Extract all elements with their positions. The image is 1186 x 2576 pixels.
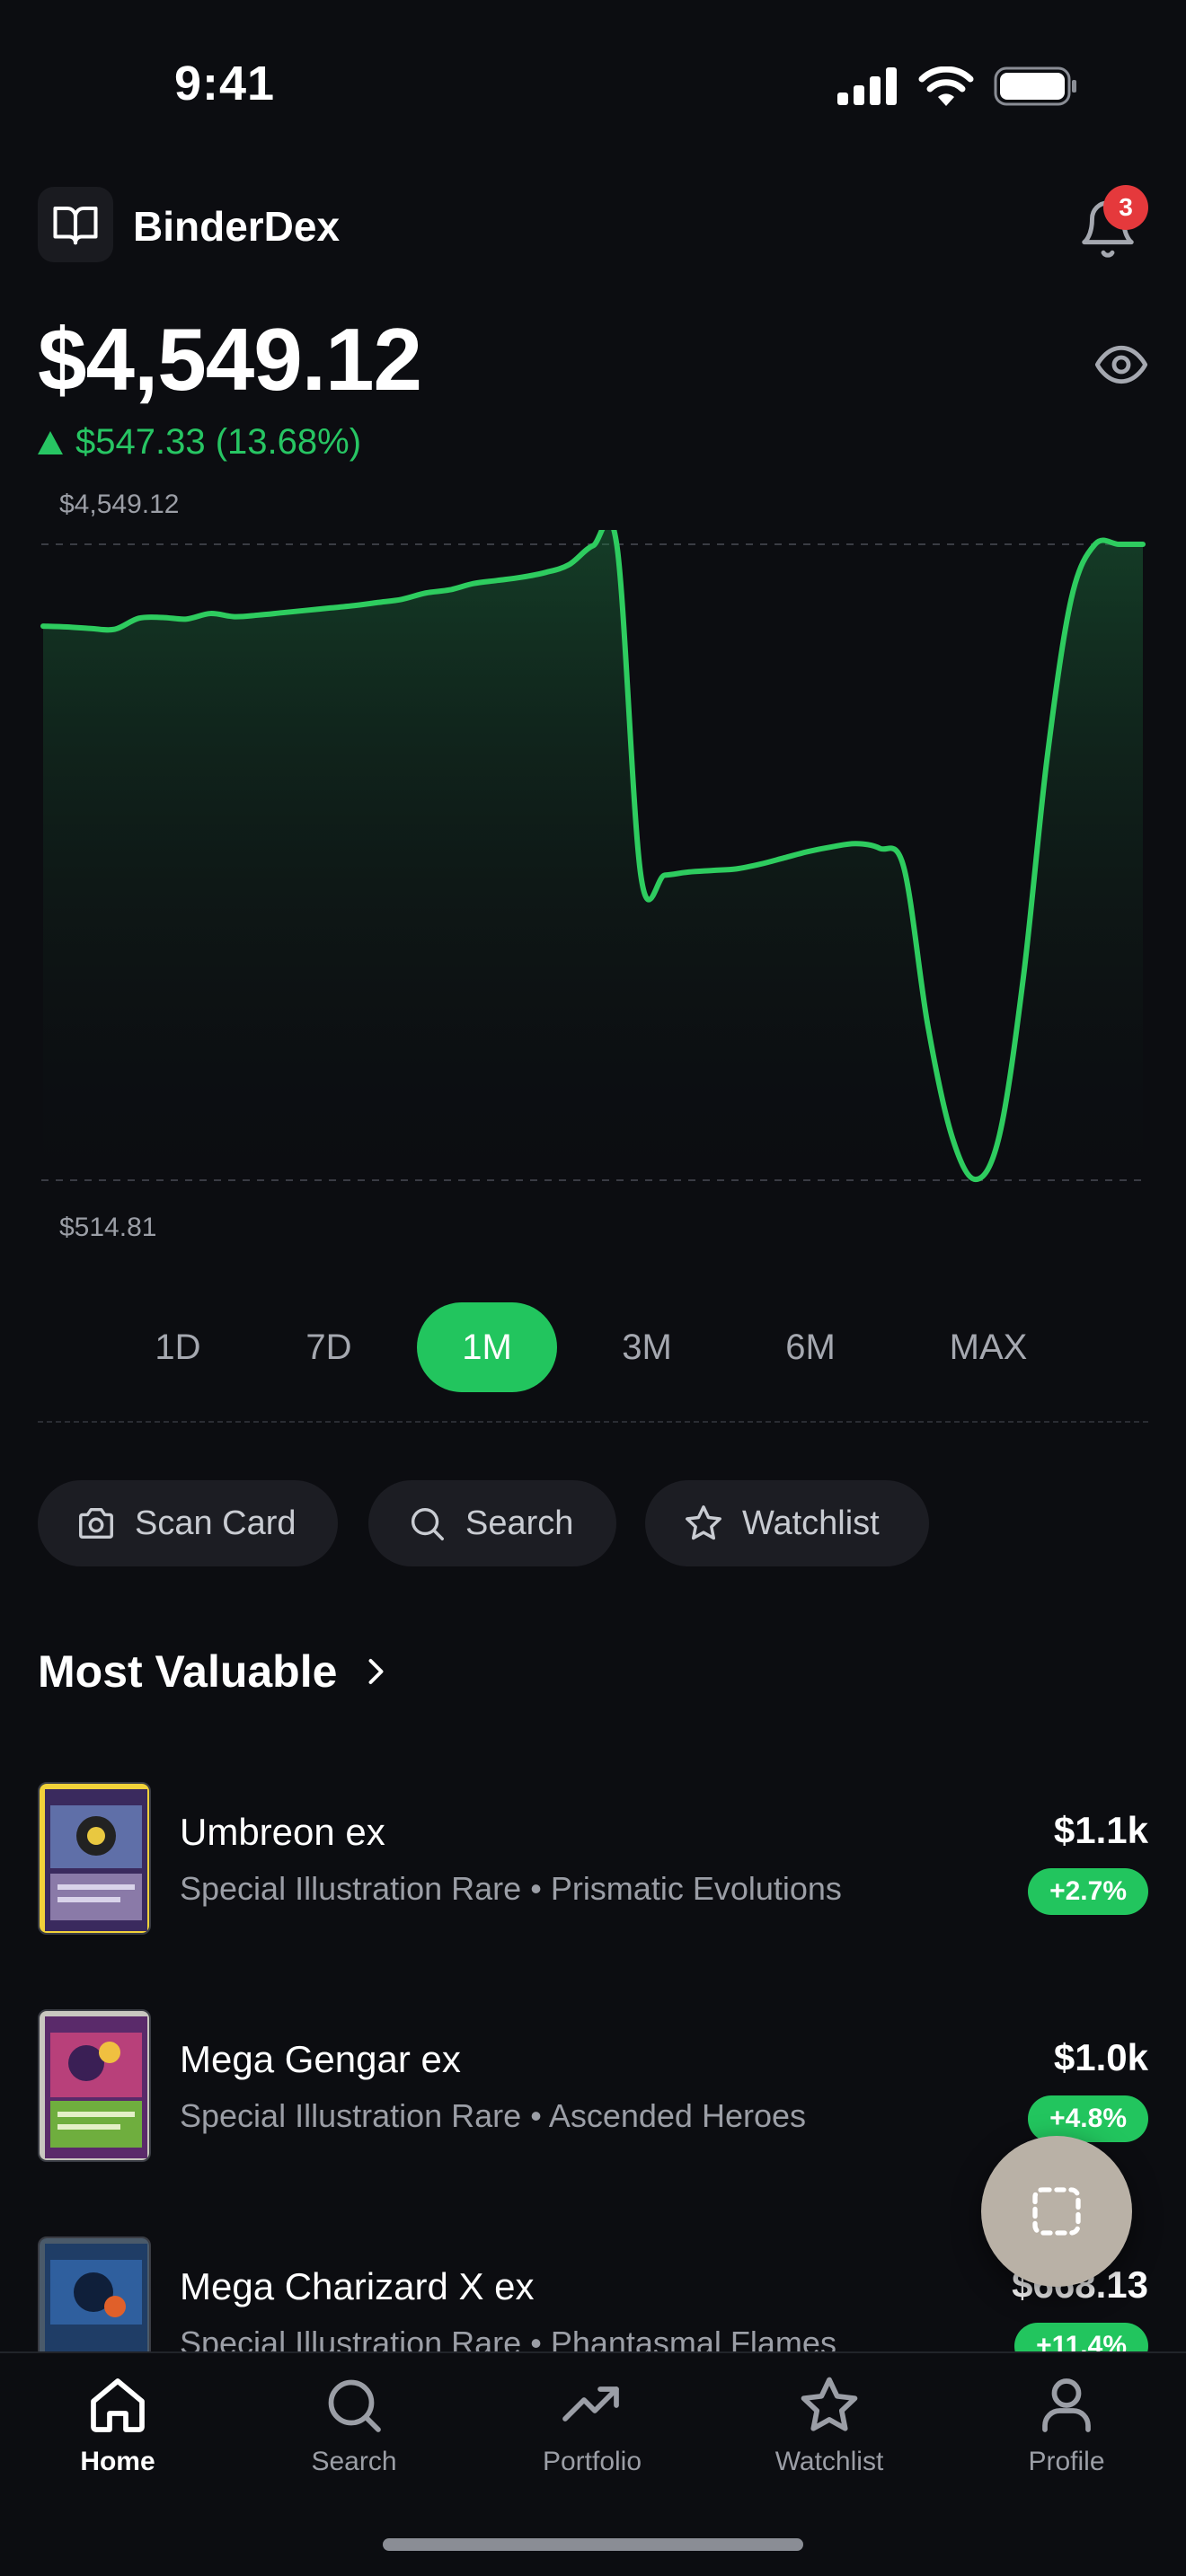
- home-indicator: [383, 2538, 803, 2551]
- list-item[interactable]: Mega Gengar ex Special Illustration Rare…: [0, 2009, 1186, 2162]
- separator-dot: •: [530, 2097, 549, 2134]
- wifi-icon: [918, 66, 974, 106]
- range-1m[interactable]: 1M: [417, 1302, 557, 1392]
- tab-label: Search: [311, 2447, 397, 2476]
- card-price: $1.1k: [1053, 1809, 1148, 1851]
- card-thumbnail-gengar: [38, 2009, 151, 2162]
- star-icon: [686, 1505, 721, 1540]
- card-price: $1.0k: [1053, 2036, 1148, 2078]
- range-max[interactable]: MAX: [931, 1302, 1046, 1392]
- section-title: Most Valuable: [38, 1646, 338, 1697]
- card-name: Mega Gengar ex: [180, 2038, 461, 2080]
- tab-home[interactable]: Home: [28, 2373, 208, 2477]
- home-icon: [91, 2378, 145, 2432]
- card-name: Umbreon ex: [180, 1811, 385, 1853]
- tab-label: Watchlist: [774, 2447, 884, 2476]
- range-6m[interactable]: 6M: [766, 1302, 855, 1392]
- scan-card-button[interactable]: Scan Card: [38, 1480, 338, 1566]
- trending-up-icon: [562, 2386, 619, 2422]
- card-set: Prismatic Evolutions: [550, 1870, 842, 1907]
- scan-fab-button[interactable]: [981, 2136, 1132, 2287]
- card-set: Ascended Heroes: [548, 2097, 806, 2134]
- chart-area-fill: [43, 530, 1143, 1180]
- section-divider: [38, 1421, 1148, 1423]
- scan-frame-icon: [1032, 2187, 1081, 2236]
- portfolio-change: $547.33 (13.68%): [38, 422, 361, 463]
- range-1d[interactable]: 1D: [133, 1302, 223, 1392]
- portfolio-chart[interactable]: [0, 530, 1186, 1195]
- camera-icon: [79, 1507, 113, 1539]
- card-change-badge: +4.8%: [1028, 2095, 1148, 2142]
- app-header: BinderDex: [0, 180, 1186, 273]
- tab-watchlist[interactable]: Watchlist: [739, 2373, 919, 2477]
- portfolio-total-value: $4,549.12: [38, 310, 422, 409]
- chevron-right-icon: [368, 1659, 384, 1684]
- tab-portfolio[interactable]: Portfolio: [502, 2373, 682, 2477]
- tab-search[interactable]: Search: [264, 2373, 444, 2477]
- star-icon: [801, 2377, 858, 2431]
- range-7d[interactable]: 7D: [284, 1302, 374, 1392]
- portfolio-change-text: $547.33 (13.68%): [75, 422, 362, 462]
- card-change-badge: +2.7%: [1028, 1868, 1148, 1915]
- toggle-visibility-button[interactable]: [1093, 336, 1150, 398]
- book-icon: [53, 206, 98, 245]
- card-details: Special Illustration Rare • Ascended Her…: [180, 2097, 806, 2135]
- search-icon: [328, 2379, 381, 2432]
- range-3m[interactable]: 3M: [602, 1302, 692, 1392]
- list-item[interactable]: Umbreon ex Special Illustration Rare • P…: [0, 1782, 1186, 1935]
- cellular-signal-icon: [837, 67, 897, 105]
- search-button[interactable]: Search: [368, 1480, 616, 1566]
- card-thumbnail-umbreon: [38, 1782, 151, 1935]
- up-arrow-icon: [38, 430, 63, 454]
- app-logo: [38, 187, 113, 262]
- card-details: Special Illustration Rare • Prismatic Ev…: [180, 1870, 842, 1908]
- tab-label: Home: [80, 2447, 155, 2476]
- status-time: 9:41: [174, 57, 276, 110]
- tab-label: Portfolio: [542, 2447, 642, 2476]
- most-valuable-header[interactable]: Most Valuable: [38, 1645, 391, 1698]
- app-title: BinderDex: [133, 203, 341, 250]
- separator-dot: •: [530, 1870, 551, 1907]
- notification-badge: 3: [1103, 185, 1148, 230]
- watchlist-label: Watchlist: [742, 1504, 880, 1542]
- chart-min-label: $514.81: [59, 1213, 157, 1242]
- status-icons: [837, 66, 1078, 106]
- card-name: Mega Charizard X ex: [180, 2265, 535, 2307]
- search-icon: [411, 1507, 444, 1540]
- watchlist-button[interactable]: Watchlist: [645, 1480, 929, 1566]
- tab-profile[interactable]: Profile: [977, 2373, 1156, 2477]
- search-label: Search: [465, 1504, 574, 1542]
- scan-card-label: Scan Card: [135, 1504, 296, 1542]
- chart-max-label: $4,549.12: [59, 490, 180, 519]
- battery-icon: [994, 66, 1076, 106]
- tab-label: Profile: [1028, 2447, 1105, 2476]
- person-icon: [1042, 2378, 1091, 2432]
- time-range-selector: 1D 7D 1M 3M 6M MAX: [0, 1302, 1186, 1392]
- status-bar: 9:41: [0, 0, 1186, 171]
- card-rarity: Special Illustration Rare: [180, 1870, 522, 1907]
- card-rarity: Special Illustration Rare: [180, 2097, 522, 2134]
- eye-icon: [1094, 345, 1148, 384]
